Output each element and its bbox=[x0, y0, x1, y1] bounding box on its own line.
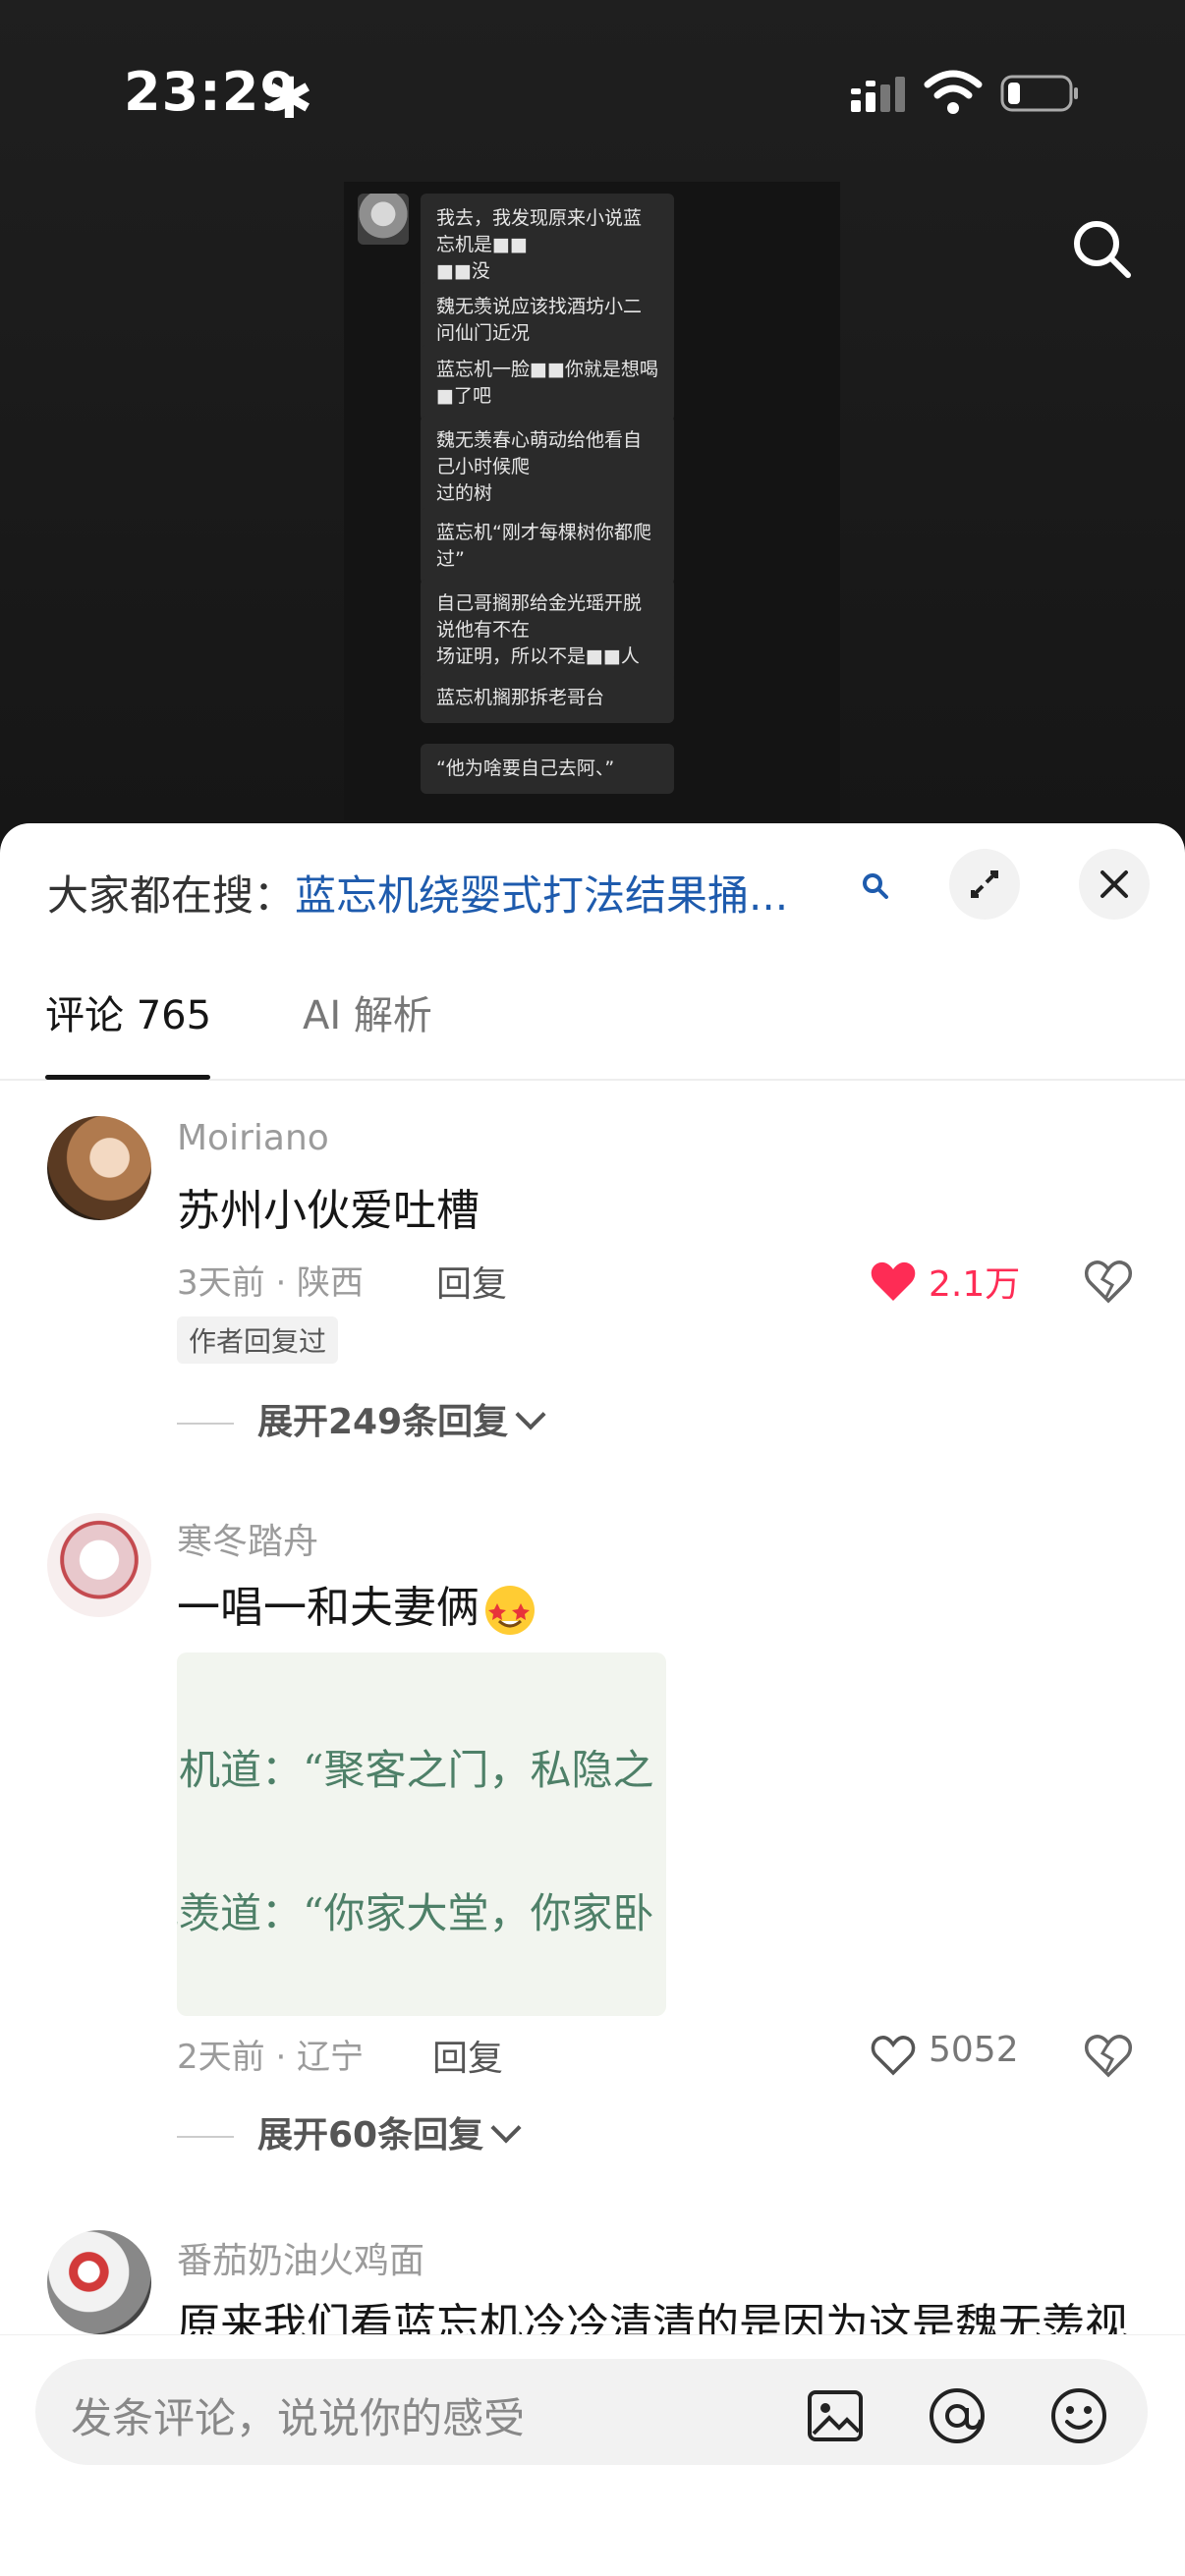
image-icon[interactable] bbox=[806, 2386, 865, 2445]
like-button[interactable]: 2.1万 bbox=[870, 1254, 1037, 1305]
comment-image[interactable]: 忘机道：“聚客之门，私隐之 无羡道：“你家大堂，你家卧 bbox=[177, 1652, 666, 2016]
author-replied-badge: 作者回复过 bbox=[177, 1316, 339, 1364]
comment-text-content: 一唱一和夫妻俩 bbox=[177, 1583, 480, 1633]
comment-username[interactable]: 寒冬踏舟 bbox=[177, 1513, 318, 1564]
expand-replies-label: 展开60条回复 bbox=[257, 2115, 484, 2156]
comment-meta: 2天前 · 辽宁 bbox=[177, 2038, 365, 2077]
close-icon bbox=[1100, 870, 1128, 898]
battery-icon bbox=[1000, 75, 1078, 112]
tab-comments[interactable]: 评论 765 bbox=[45, 986, 211, 1045]
comment-username[interactable]: Moiriano bbox=[177, 1118, 329, 1158]
expand-replies-label: 展开249条回复 bbox=[257, 1402, 509, 1442]
status-asterisk: ✱ bbox=[265, 65, 313, 132]
at-mention-icon[interactable] bbox=[928, 2386, 987, 2445]
chat-bubble: 魏无羡春心萌动给他看自己小时候爬 过的树 bbox=[421, 416, 674, 519]
comment-meta: 3天前 · 陕西 bbox=[177, 1263, 365, 1303]
heart-outline-icon bbox=[871, 2036, 916, 2076]
trend-query[interactable]: 蓝忘机绕婴式打法结果捅... bbox=[295, 871, 788, 920]
trending-search[interactable]: 大家都在搜：蓝忘机绕婴式打法结果捅... bbox=[47, 867, 873, 925]
tab-ai-analysis[interactable]: AI 解析 bbox=[303, 986, 432, 1045]
chat-bubble: “他为啥要自己去阿、” bbox=[421, 744, 674, 794]
expand-icon bbox=[971, 870, 998, 898]
divider bbox=[177, 1423, 234, 1425]
comment-username[interactable]: 番茄奶油火鸡面 bbox=[177, 2232, 424, 2283]
comment-text[interactable]: 一唱一和夫妻俩 bbox=[177, 1572, 536, 1637]
avatar[interactable] bbox=[47, 2230, 151, 2334]
signal-icon bbox=[851, 77, 905, 112]
chat-bubble: 蓝忘机搁那拆老哥台 bbox=[421, 673, 674, 723]
comments-sheet: 大家都在搜：蓝忘机绕婴式打法结果捅... 评论 765 AI 解析 Moiria… bbox=[0, 823, 1185, 2576]
chat-bubble: 蓝忘机“刚才每棵树你都爬过” bbox=[421, 508, 674, 585]
chat-avatar bbox=[358, 194, 409, 245]
reply-button[interactable]: 回复 bbox=[432, 2030, 503, 2081]
tab-bar: 评论 765 AI 解析 bbox=[0, 971, 1185, 1081]
like-count: 2.1万 bbox=[929, 1264, 1021, 1305]
expand-replies[interactable]: 展开249条回复 bbox=[177, 1393, 546, 1444]
divider bbox=[177, 2136, 234, 2138]
chat-bubble: 自己哥搁那给金光瑶开脱说他有不在 场证明，所以不是■■人 bbox=[421, 579, 674, 682]
comment-text[interactable]: 苏州小伙爱吐槽 bbox=[177, 1175, 480, 1238]
close-button[interactable] bbox=[1079, 849, 1150, 920]
expand-replies[interactable]: 展开60条回复 bbox=[177, 2106, 522, 2157]
chevron-down-icon bbox=[490, 2112, 522, 2144]
comment-input-bar: 发条评论，说说你的感受 bbox=[0, 2334, 1185, 2576]
like-button[interactable]: 5052 bbox=[870, 2028, 1037, 2077]
comment-input-placeholder: 发条评论，说说你的感受 bbox=[71, 2394, 526, 2442]
trend-prefix: 大家都在搜： bbox=[47, 871, 296, 920]
expand-button[interactable] bbox=[949, 849, 1020, 920]
search-icon[interactable] bbox=[1069, 216, 1134, 281]
broken-heart-icon[interactable] bbox=[1083, 2030, 1134, 2079]
status-bar: 23:29 ✱ bbox=[0, 0, 1185, 187]
tab-active-indicator bbox=[45, 1075, 210, 1080]
avatar[interactable] bbox=[47, 1513, 151, 1617]
avatar[interactable] bbox=[47, 1116, 151, 1220]
broken-heart-icon[interactable] bbox=[1083, 1256, 1134, 1305]
chat-bubble: 蓝忘机一脸■■你就是想喝■了吧 bbox=[421, 345, 674, 421]
video-area[interactable]: 23:29 ✱ 我去，我发现原来小说蓝忘机是■■ ■■没 魏无羡说应该找酒坊小二… bbox=[0, 0, 1185, 845]
video-frame: 我去，我发现原来小说蓝忘机是■■ ■■没 魏无羡说应该找酒坊小二问仙门近况 蓝忘… bbox=[344, 182, 840, 820]
image-text-line: 无羡道：“你家大堂，你家卧 bbox=[177, 1889, 654, 1937]
wifi-icon bbox=[924, 70, 983, 114]
starstruck-emoji-icon bbox=[485, 1586, 535, 1635]
chevron-down-icon bbox=[515, 1399, 546, 1430]
like-count: 5052 bbox=[929, 2030, 1019, 2070]
search-icon[interactable] bbox=[860, 870, 891, 902]
image-text-line: 忘机道：“聚客之门，私隐之 bbox=[177, 1746, 654, 1794]
emoji-icon[interactable] bbox=[1049, 2386, 1108, 2445]
reply-button[interactable]: 回复 bbox=[436, 1256, 507, 1307]
heart-filled-icon bbox=[871, 1261, 916, 1301]
